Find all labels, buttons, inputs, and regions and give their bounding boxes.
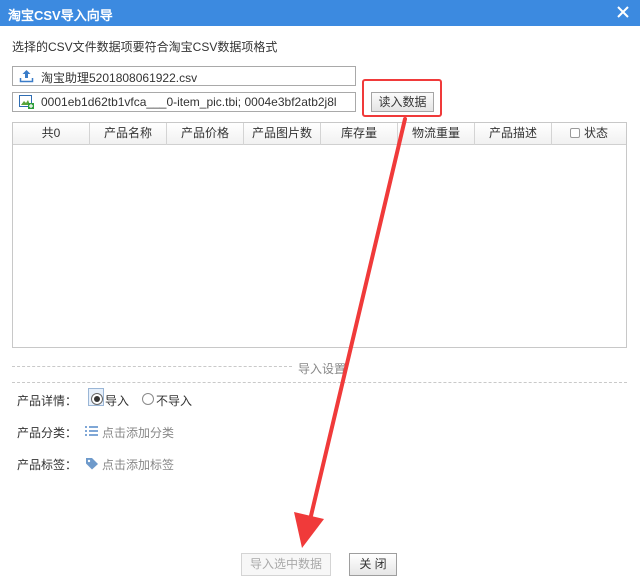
close-button[interactable]: 关 闭: [349, 553, 397, 576]
product-tags-label: 产品标签：: [17, 458, 78, 472]
product-detail-label: 产品详情：: [17, 394, 78, 408]
column-count[interactable]: 共0: [13, 123, 90, 145]
column-product-price[interactable]: 产品价格: [167, 123, 244, 145]
image-add-icon: [19, 95, 34, 109]
column-stock[interactable]: 库存量: [321, 123, 398, 145]
select-all-checkbox[interactable]: [569, 128, 580, 138]
column-product-description[interactable]: 产品描述: [475, 123, 552, 145]
radio-no-import-label[interactable]: 不导入: [156, 392, 192, 409]
radio-import-label[interactable]: 导入: [105, 392, 129, 409]
column-image-count[interactable]: 产品图片数: [244, 123, 321, 145]
list-icon: [85, 426, 98, 436]
csv-file-field[interactable]: 淘宝助理5201808061922.csv: [12, 66, 356, 86]
image-files-list: 0001eb1d62tb1vfca___0-item_pic.tbi; 0004…: [41, 95, 337, 109]
close-icon[interactable]: [614, 3, 632, 21]
image-files-field[interactable]: 0001eb1d62tb1vfca___0-item_pic.tbi; 0004…: [12, 92, 356, 112]
column-product-name[interactable]: 产品名称: [90, 123, 167, 145]
radio-no-import[interactable]: [142, 393, 154, 405]
dialog-title: 淘宝CSV导入向导: [8, 8, 113, 23]
section-divider-bottom: [12, 382, 627, 383]
product-category-label: 产品分类：: [17, 426, 78, 440]
upload-icon: [19, 70, 34, 83]
add-tag-text: 点击添加标签: [102, 458, 175, 472]
csv-file-name: 淘宝助理5201808061922.csv: [41, 71, 198, 85]
column-status[interactable]: 状态: [552, 123, 626, 145]
dialog-titlebar: 淘宝CSV导入向导: [0, 0, 640, 26]
import-selected-button: 导入选中数据: [241, 553, 331, 576]
tag-icon: [86, 458, 98, 470]
grid-header: 共0 产品名称 产品价格 产品图片数 库存量 物流重量 产品描述 状态: [13, 123, 626, 145]
column-status-label: 状态: [583, 126, 608, 140]
column-logistics-weight[interactable]: 物流重量: [398, 123, 475, 145]
read-data-button[interactable]: 读入数据: [371, 92, 434, 112]
section-divider: [12, 366, 292, 367]
product-data-grid: 共0 产品名称 产品价格 产品图片数 库存量 物流重量 产品描述 状态: [12, 122, 627, 348]
add-category-text: 点击添加分类: [102, 426, 175, 440]
radio-import[interactable]: [91, 393, 103, 405]
import-settings-title: 导入设置: [298, 362, 347, 376]
format-hint: 选择的CSV文件数据项要符合淘宝CSV数据项格式: [12, 40, 278, 54]
